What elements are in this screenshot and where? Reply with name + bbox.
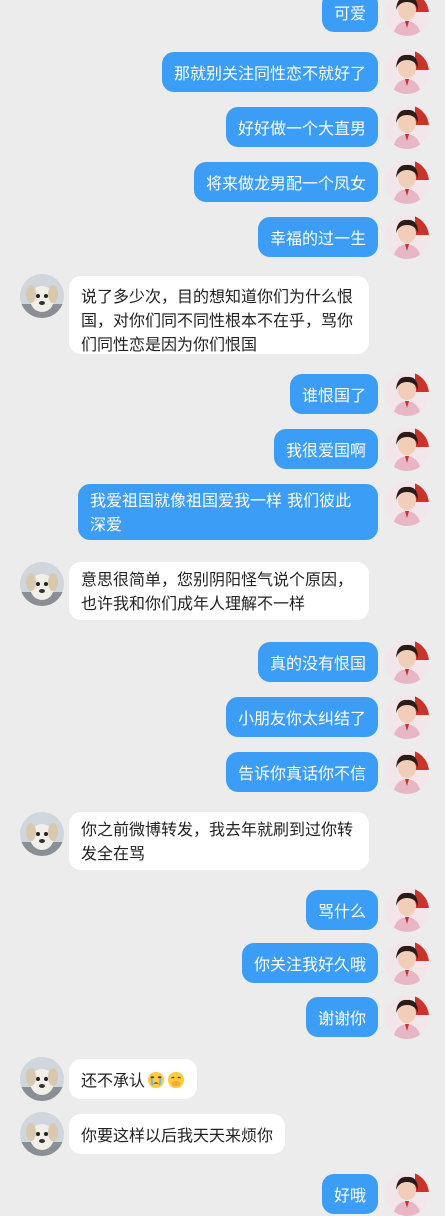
puppy-avatar-icon[interactable] (20, 1112, 64, 1156)
woman-avatar-icon[interactable] (385, 160, 429, 204)
woman-avatar-icon[interactable] (385, 427, 429, 471)
puppy-avatar-icon[interactable] (20, 812, 64, 856)
crying-face-icon (147, 1071, 165, 1089)
message-bubble[interactable]: 好好做一个大直男 (225, 107, 378, 147)
message-bubble[interactable]: 骂什么 (305, 890, 378, 930)
message-bubble[interactable]: 幸福的过一生 (257, 217, 378, 257)
woman-avatar-icon[interactable] (385, 640, 429, 684)
message-bubble[interactable]: 谁恨国了 (289, 374, 378, 414)
message-bubble[interactable]: 那就别关注同性恋不就好了 (161, 52, 378, 92)
message-text: 还不承认 (81, 1071, 146, 1090)
woman-avatar-icon[interactable] (385, 888, 429, 932)
woman-avatar-icon[interactable] (385, 105, 429, 149)
woman-avatar-icon[interactable] (385, 941, 429, 985)
message-bubble[interactable]: 意思很简单，您别阴阳怪气说个原因，也许我和你们成年人理解不一样 (69, 562, 369, 620)
woman-avatar-icon[interactable] (385, 372, 429, 416)
woman-avatar-icon[interactable] (385, 1172, 429, 1216)
woman-avatar-icon[interactable] (385, 695, 429, 739)
message-bubble[interactable]: 小朋友你太纠结了 (225, 697, 378, 737)
puppy-avatar-icon[interactable] (20, 1057, 64, 1101)
message-bubble[interactable]: 告诉你真话你不信 (225, 752, 378, 792)
hand-over-mouth-face-icon (167, 1071, 185, 1089)
message-bubble[interactable]: 你要这样以后我天天来烦你 (69, 1114, 286, 1154)
message-bubble[interactable]: 我爱祖国就像祖国爱我一样 我们彼此深爱 (78, 484, 378, 540)
woman-avatar-icon[interactable] (385, 0, 429, 36)
puppy-avatar-icon[interactable] (20, 274, 64, 318)
chat-message-list[interactable]: 可爱 那就别关注同性恋不就好了 好好做一个大直男 将来做龙男配一个凤女 幸福的过… (0, 0, 445, 1216)
message-bubble[interactable]: 将来做龙男配一个凤女 (193, 162, 378, 202)
message-bubble[interactable]: 可爱 (321, 0, 378, 32)
message-bubble[interactable]: 你之前微博转发，我去年就刷到过你转发全在骂 (69, 812, 369, 870)
message-bubble[interactable]: 好哦 (321, 1174, 378, 1214)
woman-avatar-icon[interactable] (385, 215, 429, 259)
message-bubble[interactable]: 还不承认 (69, 1059, 198, 1099)
woman-avatar-icon[interactable] (385, 750, 429, 794)
message-bubble[interactable]: 谢谢你 (305, 997, 378, 1037)
woman-avatar-icon[interactable] (385, 50, 429, 94)
message-bubble[interactable]: 我很爱国啊 (273, 429, 378, 469)
puppy-avatar-icon[interactable] (20, 562, 64, 606)
woman-avatar-icon[interactable] (385, 482, 429, 526)
message-bubble[interactable]: 说了多少次，目的想知道你们为什么恨国，对你们同不同性根本不在乎，骂你们同性恋是因… (69, 276, 369, 354)
woman-avatar-icon[interactable] (385, 995, 429, 1039)
message-bubble[interactable]: 真的没有恨国 (257, 642, 378, 682)
message-bubble[interactable]: 你关注我好久哦 (241, 943, 378, 983)
